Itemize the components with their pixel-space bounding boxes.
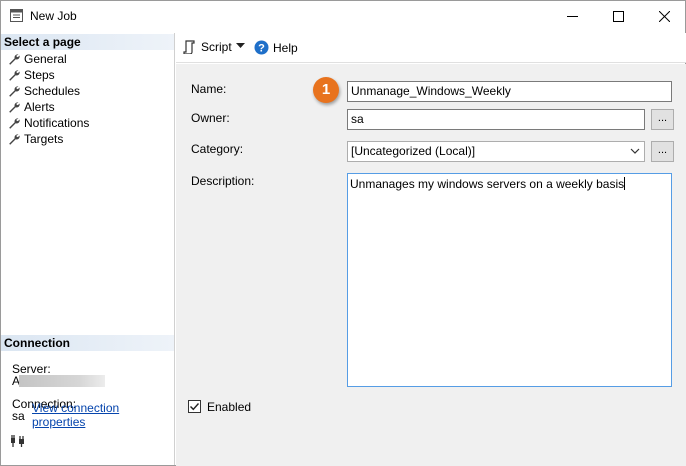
script-icon (183, 40, 195, 54)
svg-text:?: ? (258, 42, 265, 54)
page-item-label: Targets (24, 132, 64, 146)
maximize-button[interactable] (595, 1, 641, 31)
window-title: New Job (30, 9, 77, 23)
help-label: Help (273, 40, 298, 55)
page-item-targets[interactable]: Targets (8, 131, 63, 147)
wrench-icon (9, 134, 20, 145)
chevron-down-icon (630, 148, 640, 154)
page-item-label: General (24, 52, 67, 66)
close-icon (658, 10, 670, 22)
text-cursor (624, 177, 626, 190)
category-select[interactable]: [Uncategorized (Local)] (347, 141, 645, 162)
description-text: Unmanages my windows servers on a weekly… (350, 177, 625, 191)
help-icon: ? (254, 40, 269, 55)
checkmark-icon (190, 403, 200, 411)
category-label: Category: (191, 142, 244, 156)
wrench-icon (9, 54, 20, 65)
page-item-notifications[interactable]: Notifications (8, 115, 89, 131)
caret-down-icon (236, 43, 245, 48)
page-item-general[interactable]: General (8, 51, 67, 67)
maximize-icon (612, 10, 624, 22)
script-dropdown-button[interactable] (236, 43, 245, 49)
connection-properties-icon (11, 435, 24, 447)
page-item-label: Notifications (24, 116, 90, 130)
page-item-label: Schedules (24, 84, 81, 98)
page-item-label: Alerts (24, 100, 55, 114)
wrench-icon (9, 118, 20, 129)
minimize-button[interactable] (549, 1, 595, 31)
close-button[interactable] (641, 1, 686, 31)
wrench-icon (9, 86, 20, 97)
app-icon (10, 9, 23, 22)
enabled-label: Enabled (207, 400, 252, 414)
select-page-header: Select a page (1, 34, 174, 50)
minimize-icon (566, 15, 578, 17)
category-browse-button[interactable]: ... (651, 141, 674, 162)
enabled-checkbox[interactable] (188, 400, 201, 413)
owner-input[interactable]: sa (347, 109, 645, 130)
page-item-label: Steps (24, 68, 55, 82)
view-connection-properties-link[interactable]: View connection properties (32, 401, 174, 429)
page-item-steps[interactable]: Steps (8, 67, 55, 83)
title-bar: New Job (1, 1, 685, 31)
redacted-server-name (19, 375, 105, 387)
left-panel: Select a page General Steps Schedules Al… (1, 33, 175, 465)
page-item-alerts[interactable]: Alerts (8, 99, 55, 115)
wrench-icon (9, 70, 20, 81)
page-item-schedules[interactable]: Schedules (8, 83, 80, 99)
help-button[interactable]: ? Help (254, 40, 298, 55)
owner-label: Owner: (191, 111, 230, 125)
step-badge: 1 (313, 77, 339, 103)
category-value: [Uncategorized (Local)] (351, 144, 476, 158)
connection-header: Connection (1, 335, 174, 351)
script-label: Script (201, 40, 232, 54)
name-input[interactable]: Unmanage_Windows_Weekly (347, 81, 672, 102)
script-button[interactable]: Script (183, 40, 232, 54)
description-label: Description: (191, 174, 255, 188)
name-label: Name: (191, 82, 227, 96)
description-textarea[interactable]: Unmanages my windows servers on a weekly… (347, 173, 672, 387)
toolbar: Script ? Help (176, 33, 686, 63)
new-job-window: New Job Select a page General Steps Sche… (0, 0, 686, 466)
wrench-icon (9, 102, 20, 113)
owner-browse-button[interactable]: ... (651, 109, 674, 130)
connection-value: sa (12, 409, 25, 423)
